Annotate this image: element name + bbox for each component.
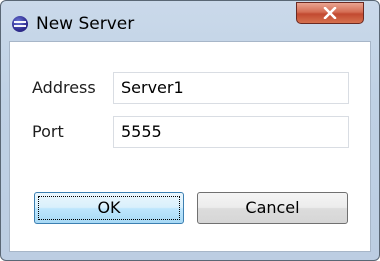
dialog-content: Address Server1 Port 5555 OK Cancel (9, 41, 371, 252)
dialog-title: New Server (36, 14, 135, 34)
new-server-dialog: New Server Address Server1 Port 5555 OK … (0, 0, 380, 261)
title-bar[interactable]: New Server (1, 1, 379, 41)
ok-button[interactable]: OK (34, 192, 184, 224)
address-label: Address (32, 78, 96, 97)
close-button[interactable] (296, 2, 364, 24)
ok-button-label: OK (97, 198, 121, 217)
cancel-button-label: Cancel (245, 198, 300, 217)
eclipse-icon (12, 16, 28, 32)
address-input[interactable]: Server1 (113, 72, 349, 104)
cancel-button[interactable]: Cancel (197, 192, 348, 224)
port-input[interactable]: 5555 (113, 116, 349, 148)
port-label: Port (32, 122, 64, 141)
close-icon (323, 7, 337, 19)
